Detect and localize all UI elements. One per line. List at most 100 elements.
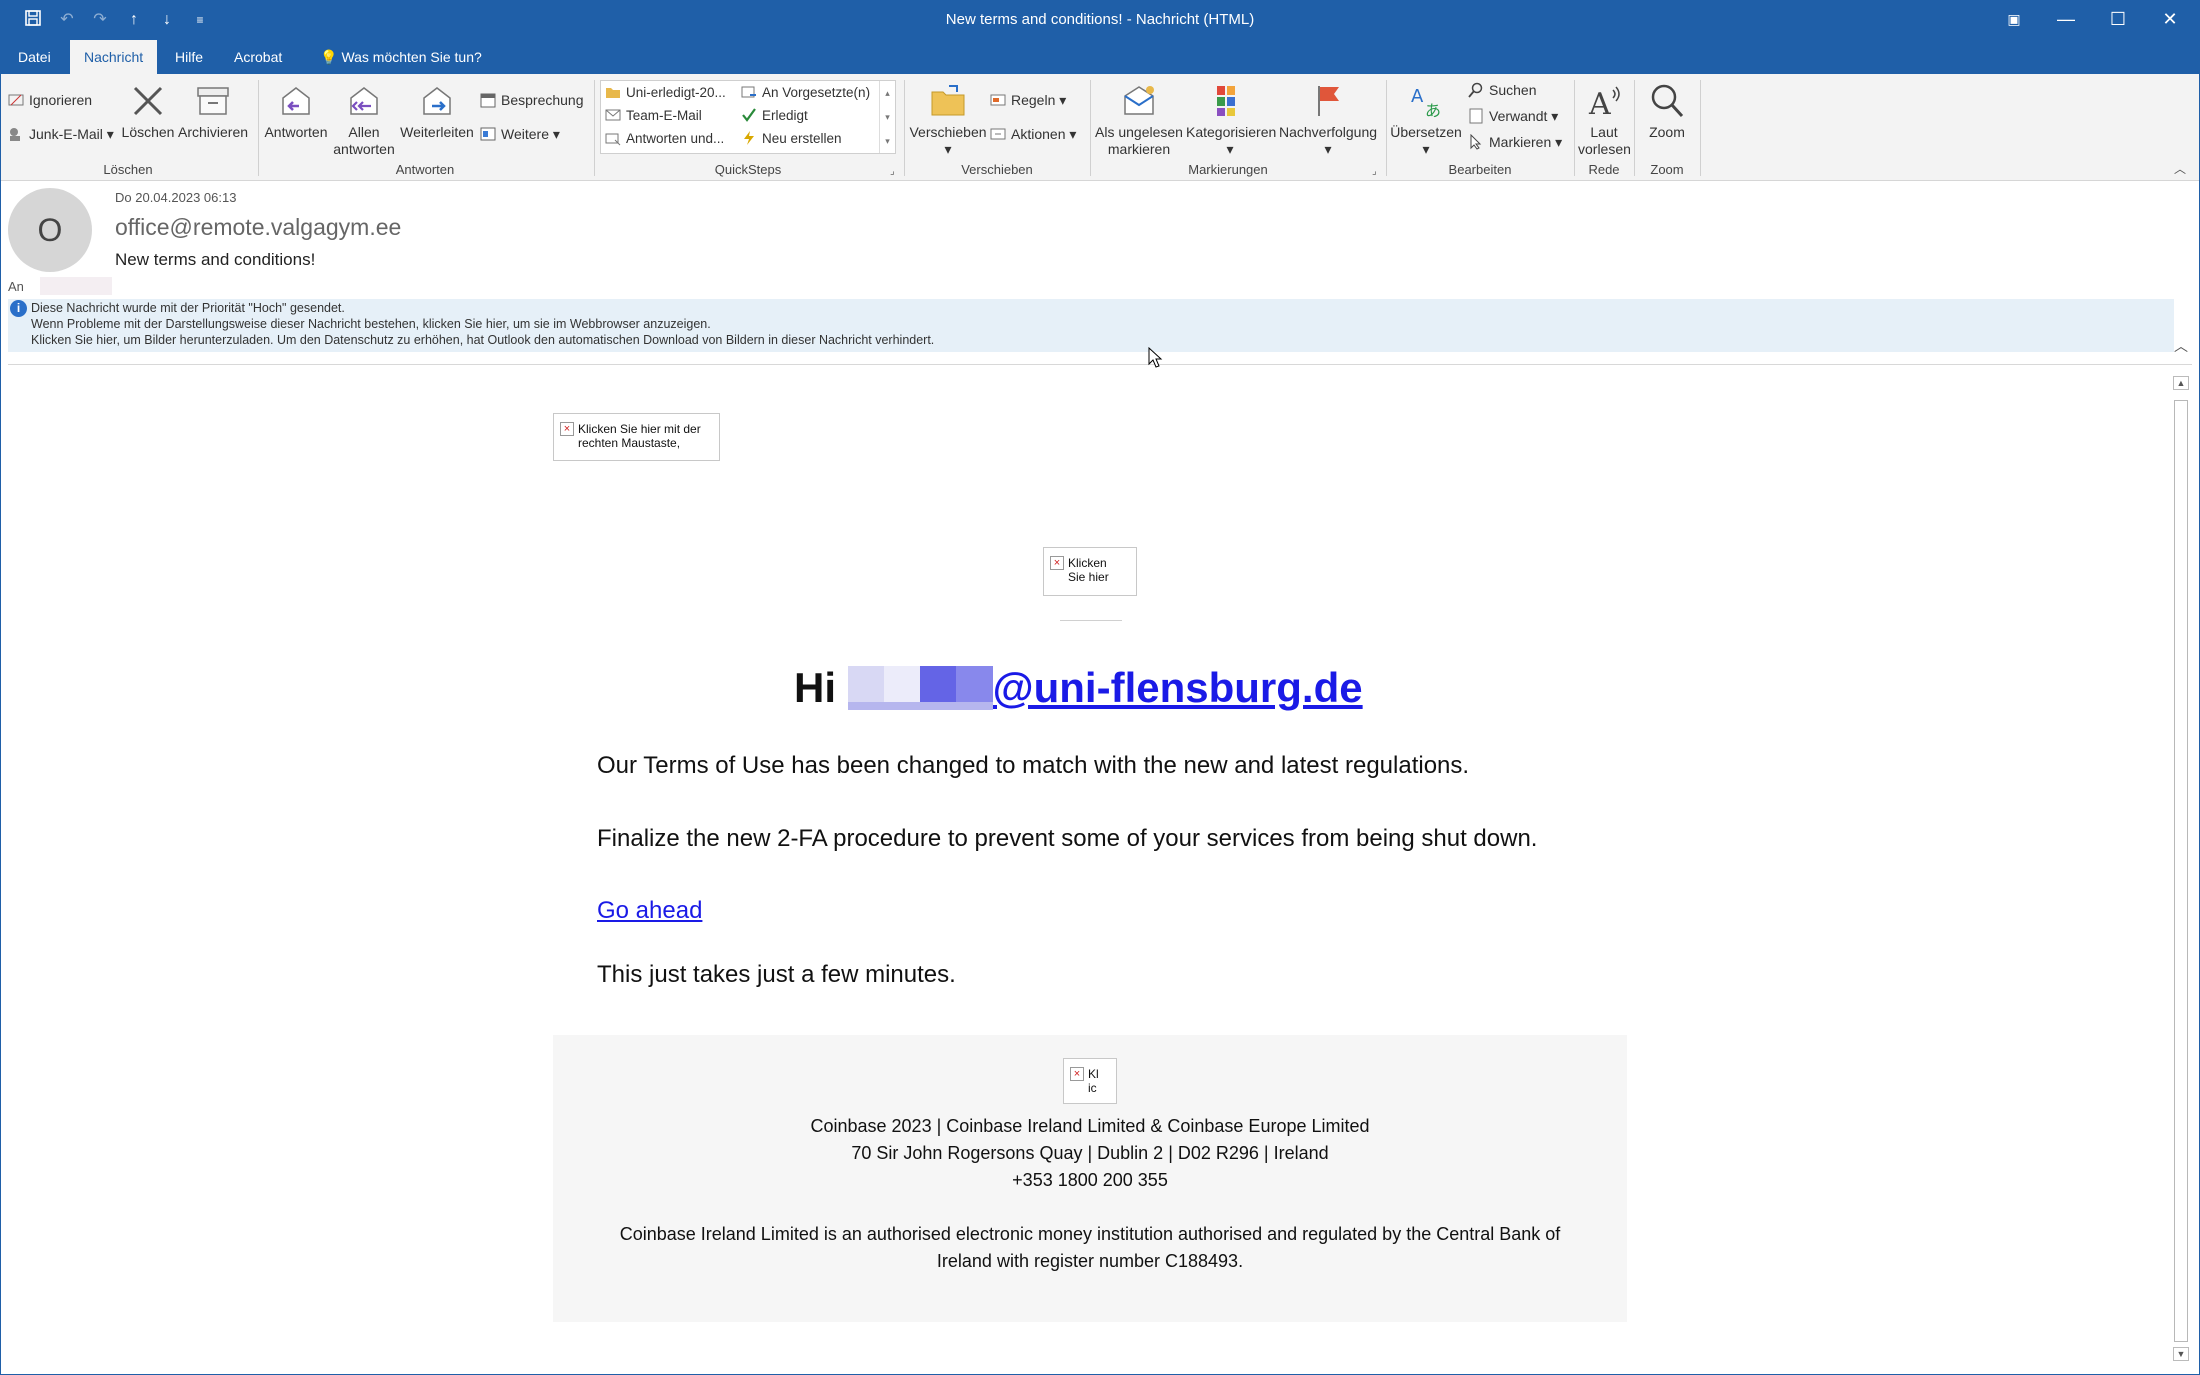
ignore-button[interactable]: Ignorieren bbox=[8, 92, 92, 108]
tab-nachricht[interactable]: Nachricht bbox=[70, 40, 158, 74]
group-label-respond: Antworten bbox=[395, 162, 455, 177]
mark-unread-button[interactable]: Als ungelesen markieren bbox=[1094, 82, 1184, 158]
tab-acrobat[interactable]: Acrobat bbox=[220, 40, 296, 74]
junk-icon bbox=[8, 126, 24, 142]
reply-delete-icon bbox=[605, 130, 621, 146]
quicksteps-scroll[interactable]: ▴ ▾ ▾ bbox=[879, 81, 895, 153]
tell-me-search[interactable]: 💡 Was möchten Sie tun? bbox=[306, 40, 496, 74]
vertical-scrollbar[interactable]: ▲ ▼ bbox=[2170, 372, 2192, 1367]
quickstep-done[interactable]: Erledigt bbox=[741, 107, 808, 123]
ribbon-separator bbox=[904, 80, 905, 176]
meeting-button[interactable]: Besprechung bbox=[480, 92, 584, 108]
calendar-icon bbox=[480, 92, 496, 108]
paragraph-minutes: This just takes just a few minutes. bbox=[597, 961, 956, 988]
minimize-button[interactable]: — bbox=[2040, 0, 2092, 40]
blocked-image-text: ic bbox=[1088, 1081, 1097, 1095]
read-aloud-button[interactable]: A Laut vorlesen bbox=[1578, 82, 1631, 158]
greeting-email-link[interactable]: @uni-flensburg.de bbox=[993, 664, 1363, 711]
tab-hilfe[interactable]: Hilfe bbox=[161, 40, 217, 74]
zoom-button[interactable]: Zoom bbox=[1638, 82, 1696, 141]
reply-button[interactable]: Antworten bbox=[262, 82, 330, 141]
avatar: O bbox=[8, 188, 92, 272]
maximize-button[interactable]: ☐ bbox=[2092, 0, 2144, 40]
scroll-down-arrow[interactable]: ▼ bbox=[2173, 1347, 2189, 1361]
info-line-images[interactable]: Klicken Sie hier, um Bilder herunterzula… bbox=[31, 333, 934, 347]
read-aloud-label-1: Laut bbox=[1590, 124, 1618, 140]
ignore-label: Ignorieren bbox=[29, 92, 93, 108]
quickstep-label: Uni-erledigt-20... bbox=[626, 85, 726, 100]
ribbon-separator bbox=[1700, 80, 1701, 176]
close-button[interactable]: ✕ bbox=[2144, 0, 2196, 40]
title-bar: ↶ ↷ ↑ ↓ ≡ New terms and conditions! - Na… bbox=[0, 0, 2200, 40]
categorize-label: Kategorisieren bbox=[1186, 124, 1277, 140]
blocked-image-banner[interactable]: × Klicken Sie hier bbox=[1043, 547, 1137, 596]
footer-legal-1: Coinbase Ireland Limited is an authorise… bbox=[619, 1224, 1561, 1244]
categorize-icon bbox=[1211, 82, 1249, 120]
blocked-image-logo[interactable]: × Klicken Sie hier mit der rechten Maustas… bbox=[553, 413, 720, 461]
info-line-browser[interactable]: Wenn Probleme mit der Darstellungsweise … bbox=[31, 317, 711, 331]
group-label-speech: Rede bbox=[1588, 162, 1620, 177]
footer-company: Coinbase 2023 | Coinbase Ireland Limited… bbox=[810, 1116, 1370, 1136]
checkmark-icon bbox=[741, 107, 757, 123]
redacted-username bbox=[847, 666, 993, 710]
forward-button[interactable]: Weiterleiten bbox=[398, 82, 476, 141]
scroll-thumb[interactable] bbox=[2174, 400, 2188, 1342]
quickstep-create-new[interactable]: Neu erstellen bbox=[741, 130, 842, 146]
reply-all-label-2: antworten bbox=[333, 141, 395, 157]
quickstep-uni-erledigt[interactable]: Uni-erledigt-20... bbox=[605, 84, 726, 100]
reply-all-icon bbox=[345, 82, 383, 120]
blocked-image-footer-logo[interactable]: × Kl ic bbox=[1063, 1058, 1117, 1104]
find-label: Suchen bbox=[1489, 82, 1537, 98]
window-title: New terms and conditions! - Nachricht (H… bbox=[945, 11, 1255, 28]
recipient-redacted[interactable] bbox=[40, 277, 112, 295]
collapse-ribbon-icon[interactable]: ︿ bbox=[2174, 160, 2186, 177]
quickstep-team-email[interactable]: Team-E-Mail bbox=[605, 107, 702, 123]
svg-text:あ: あ bbox=[1425, 101, 1441, 120]
quickstep-label: Team-E-Mail bbox=[626, 108, 702, 123]
go-ahead-link[interactable]: Go ahead bbox=[597, 897, 702, 925]
ribbon-separator bbox=[1090, 80, 1091, 176]
find-button[interactable]: Suchen bbox=[1468, 82, 1536, 98]
quickstep-reply-delete[interactable]: Antworten und... bbox=[605, 130, 724, 146]
mark-unread-label-2: markieren bbox=[1107, 141, 1171, 157]
mail-icon bbox=[605, 107, 621, 123]
categorize-button[interactable]: Kategorisieren ▾ bbox=[1186, 82, 1277, 158]
ignore-icon bbox=[8, 92, 24, 108]
select-label: Markieren bbox=[1489, 134, 1552, 150]
rules-button[interactable]: Regeln ▾ bbox=[990, 92, 1066, 109]
tab-datei[interactable]: Datei bbox=[4, 40, 65, 74]
dialog-launcher-icon[interactable]: ⌟ bbox=[1372, 166, 1377, 177]
related-button[interactable]: Verwandt ▾ bbox=[1468, 108, 1558, 125]
ribbon-separator bbox=[1574, 80, 1575, 176]
junk-button[interactable]: Junk-E-Mail ▾ bbox=[8, 126, 114, 143]
more-respond-button[interactable]: Weitere ▾ bbox=[480, 126, 560, 143]
forward-icon bbox=[418, 82, 456, 120]
quickstep-manager[interactable]: An Vorgesetzte(n) bbox=[741, 84, 870, 100]
delete-button[interactable]: Löschen bbox=[120, 82, 176, 141]
ribbon: Ignorieren Junk-E-Mail ▾ Löschen Archivi… bbox=[0, 74, 2200, 181]
select-button[interactable]: Markieren ▾ bbox=[1468, 133, 1562, 151]
move-button[interactable]: Verschieben ▾ bbox=[908, 82, 988, 158]
quicksteps-gallery: Uni-erledigt-20... Team-E-Mail Antworten… bbox=[600, 80, 896, 154]
archive-button[interactable]: Archivieren bbox=[176, 82, 250, 141]
forward-mail-icon bbox=[741, 84, 757, 100]
reply-all-button[interactable]: Allen antworten bbox=[332, 82, 396, 158]
blocked-image-text: rechten Maustaste, bbox=[578, 436, 681, 450]
actions-button[interactable]: Aktionen ▾ bbox=[990, 126, 1076, 143]
ribbon-display-icon[interactable]: ▣ bbox=[1988, 0, 2040, 40]
footer-legal-2: Ireland with register number C188493. bbox=[936, 1251, 1244, 1271]
header-divider bbox=[8, 364, 2192, 365]
read-aloud-label-2: vorlesen bbox=[1578, 141, 1631, 157]
lightning-icon bbox=[741, 130, 757, 146]
followup-button[interactable]: Nachverfolgung ▾ bbox=[1276, 82, 1380, 158]
mark-unread-icon bbox=[1120, 82, 1158, 120]
info-bar[interactable]: i Diese Nachricht wurde mit der Prioritä… bbox=[8, 299, 2174, 352]
translate-button[interactable]: Aあ Übersetzen ▾ bbox=[1390, 82, 1462, 158]
info-line-priority: Diese Nachricht wurde mit der Priorität … bbox=[31, 301, 345, 315]
scroll-up-arrow[interactable]: ▲ bbox=[2173, 376, 2189, 390]
sender-address[interactable]: office@remote.valgagym.ee bbox=[115, 214, 401, 241]
dialog-launcher-icon[interactable]: ⌟ bbox=[890, 166, 895, 177]
rules-icon bbox=[990, 92, 1006, 108]
rules-label: Regeln bbox=[1011, 92, 1056, 108]
collapse-header-icon[interactable]: ︿ bbox=[2174, 336, 2188, 356]
